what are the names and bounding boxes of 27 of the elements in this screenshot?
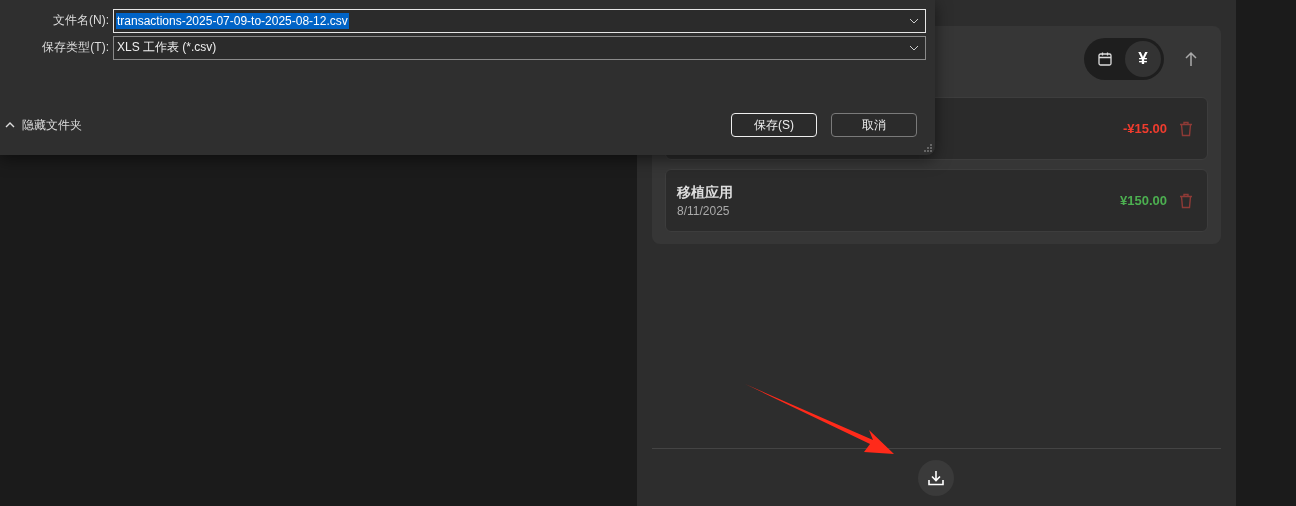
filetype-value: XLS 工作表 (*.csv) [116, 39, 218, 56]
filename-value: transactions-2025-07-09-to-2025-08-12.csv [116, 12, 349, 29]
arrow-up-icon [1184, 51, 1198, 67]
calendar-icon [1097, 51, 1113, 67]
hide-folders-button[interactable]: 隐藏文件夹 [0, 116, 82, 134]
transaction-amount: ¥150.00 [1120, 193, 1167, 208]
filetype-label: 保存类型(T): [41, 39, 110, 56]
chevron-down-icon [909, 44, 919, 51]
transaction-item[interactable]: 移植应用 8/11/2025 ¥150.00 [665, 169, 1208, 232]
delete-button[interactable] [1179, 192, 1193, 209]
dialog-button[interactable]: 保存(S) [731, 113, 817, 137]
sort-by-amount-button[interactable]: ¥ [1125, 41, 1161, 77]
export-button[interactable] [918, 459, 954, 496]
transaction-title: 移植应用 [677, 183, 734, 202]
filename-field[interactable]: transactions-2025-07-09-to-2025-08-12.csv [113, 8, 926, 33]
download-icon [927, 468, 945, 487]
transaction-date: 8/11/2025 [677, 203, 731, 218]
resize-grip-icon [924, 144, 932, 152]
transaction-amount: -¥15.00 [1122, 121, 1167, 136]
trash-icon [1179, 192, 1193, 209]
chevron-up-icon [5, 122, 15, 128]
delete-button[interactable] [1179, 120, 1193, 137]
dialog-button[interactable]: 取消 [831, 113, 917, 137]
filetype-dropdown[interactable]: XLS 工作表 (*.csv) [113, 35, 926, 60]
filename-label: 文件名(N): [52, 12, 110, 29]
trash-icon [1179, 120, 1193, 137]
chevron-down-icon [909, 17, 919, 24]
